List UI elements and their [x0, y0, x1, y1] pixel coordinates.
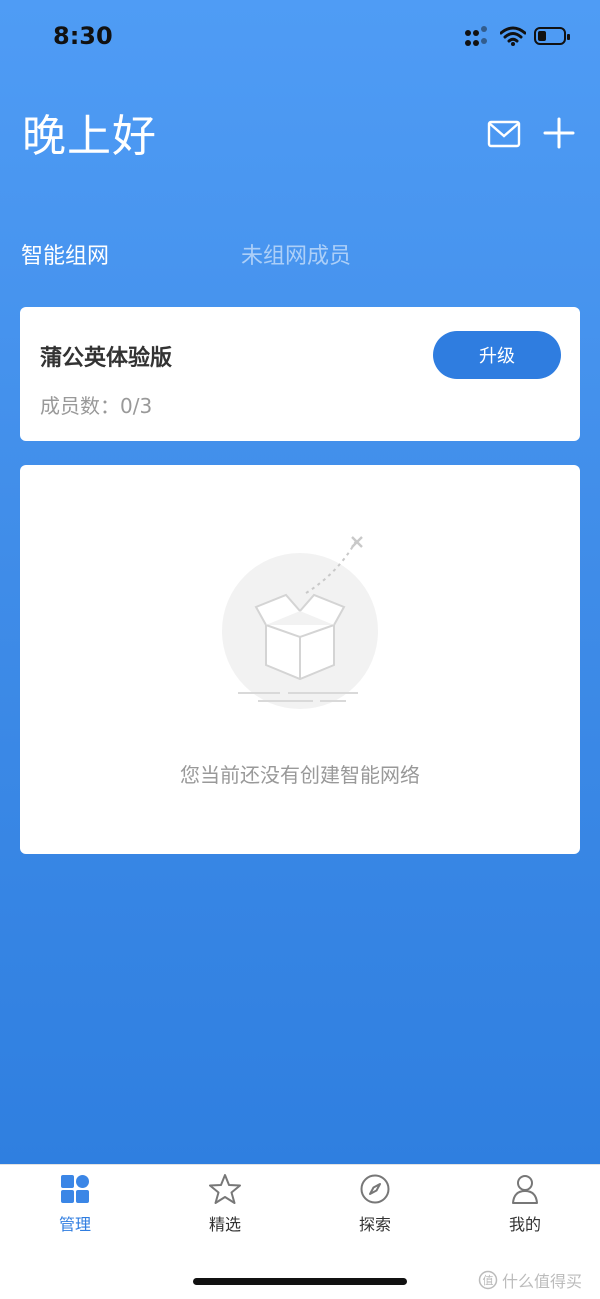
compass-icon: [360, 1174, 390, 1204]
nav-label: 精选: [208, 1215, 241, 1234]
svg-text:值: 值: [483, 1274, 494, 1287]
nav-profile[interactable]: 我的: [480, 1173, 570, 1235]
wifi-icon: [500, 26, 526, 46]
star-icon: [209, 1174, 241, 1204]
member-count: 成员数：0/3: [40, 394, 153, 418]
nav-explore[interactable]: 探索: [330, 1173, 420, 1235]
signal-icon: [465, 26, 493, 48]
empty-state-message: 您当前还没有创建智能网络: [180, 763, 420, 787]
person-icon: [512, 1175, 538, 1204]
nav-manage[interactable]: 管理: [30, 1173, 120, 1235]
greeting-title: 晚上好: [22, 111, 157, 162]
empty-network-card: 您当前还没有创建智能网络: [20, 465, 580, 854]
watermark: 值 什么值得买: [478, 1268, 582, 1292]
tab-unnetworked-members[interactable]: 未组网成员: [241, 238, 351, 270]
watermark-text: 什么值得买: [502, 1272, 583, 1291]
tab-smart-network[interactable]: 智能组网: [21, 238, 109, 270]
nav-featured[interactable]: 精选: [180, 1173, 270, 1235]
plan-card: 蒲公英体验版 成员数：0/3 升级: [20, 307, 580, 441]
grid-icon: [61, 1175, 89, 1203]
nav-label: 我的: [508, 1215, 541, 1234]
watermark-logo-icon: 值: [478, 1270, 498, 1290]
status-time: 8:30: [53, 22, 113, 50]
empty-box-icon: [222, 536, 378, 709]
upgrade-button[interactable]: 升级: [433, 331, 561, 379]
home-indicator[interactable]: [193, 1278, 407, 1285]
nav-label: 探索: [358, 1215, 391, 1234]
plan-title: 蒲公英体验版: [40, 346, 173, 371]
mail-icon[interactable]: [487, 118, 521, 150]
status-bar: 8:30: [0, 0, 600, 80]
nav-label: 管理: [58, 1215, 91, 1234]
plus-icon[interactable]: [543, 117, 575, 149]
battery-icon: [534, 27, 570, 45]
app-screen: 8:30 晚上好 智能组网 未组网成员 蒲公英体验版 成员数：0/3 升级 您当…: [0, 0, 600, 1164]
